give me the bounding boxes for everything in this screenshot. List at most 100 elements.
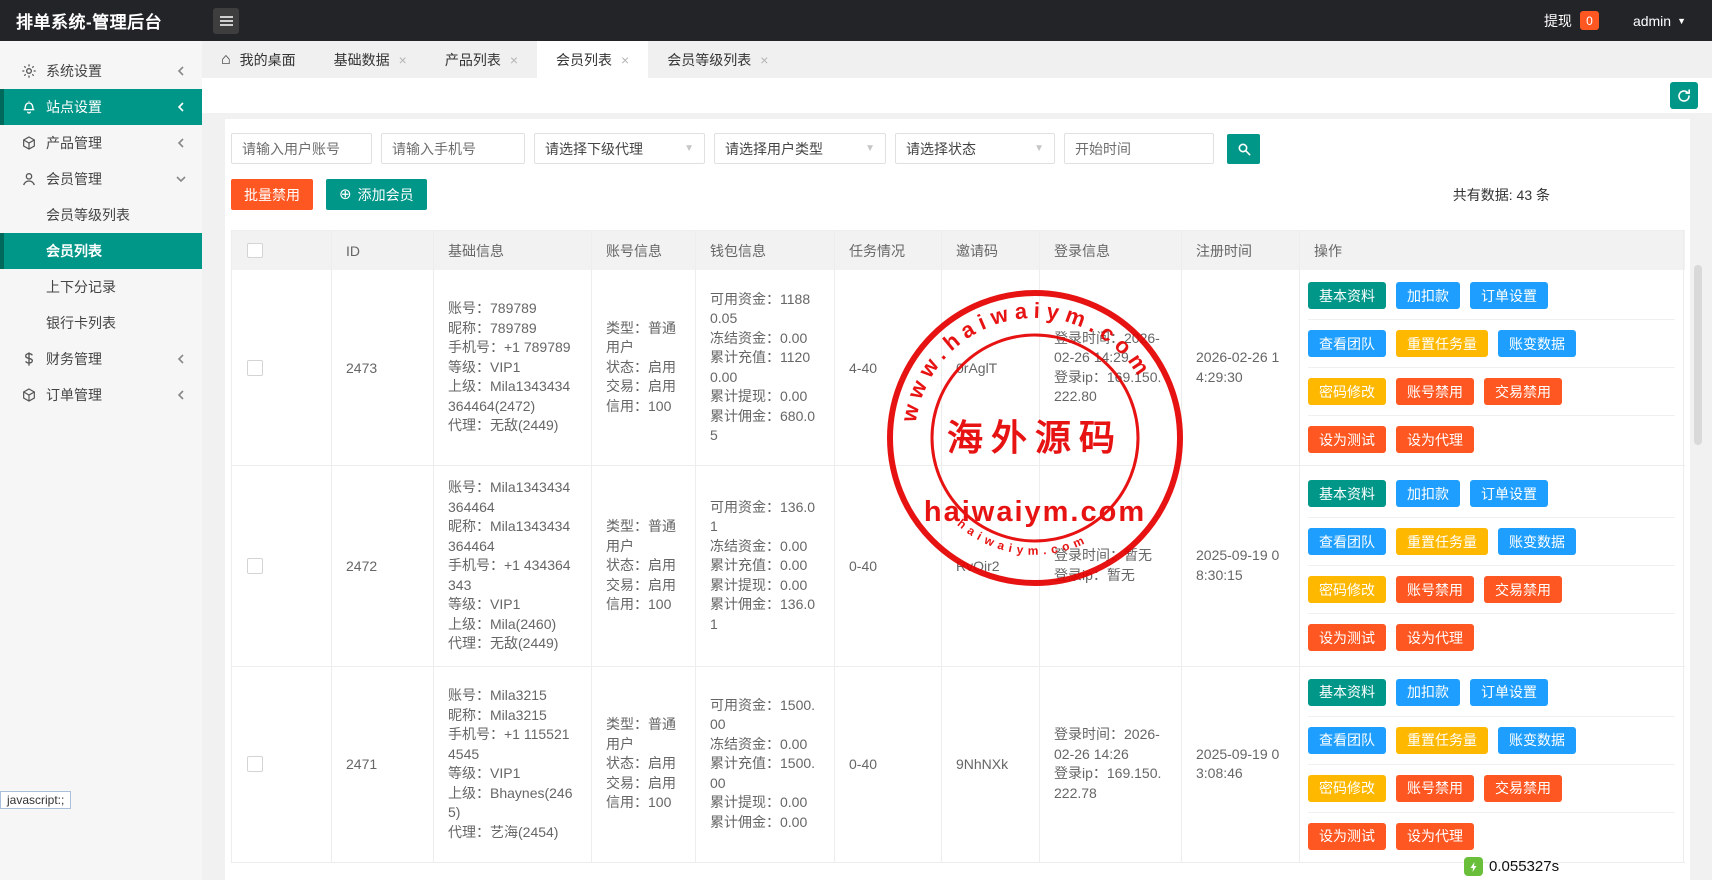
account-info-cell-line: 类型：普通用户 [606, 517, 681, 556]
filter-input[interactable] [231, 133, 372, 164]
filter-input[interactable] [1064, 133, 1214, 164]
action-button[interactable]: 设为代理 [1396, 823, 1474, 850]
action-button[interactable]: 设为代理 [1396, 426, 1474, 453]
base-info-cell-line: 昵称：Mila1343434364464 [448, 517, 577, 556]
withdraw-link[interactable]: 提现 [1544, 11, 1572, 31]
action-button[interactable]: 订单设置 [1470, 679, 1548, 706]
row-checkbox[interactable] [247, 360, 263, 376]
action-button[interactable]: 加扣款 [1396, 679, 1460, 706]
sidebar-item[interactable]: 站点设置 [0, 89, 202, 125]
task-cell: 0-40 [835, 466, 942, 666]
action-button[interactable]: 密码修改 [1308, 775, 1386, 802]
row-checkbox[interactable] [247, 756, 263, 772]
base-info-cell: 账号：Mila1343434364464昵称：Mila1343434364464… [434, 466, 592, 666]
sidebar-subitem-label: 会员列表 [46, 241, 102, 261]
filter-select-value: 请选择下级代理 [545, 139, 643, 159]
sidebar-item-label: 财务管理 [46, 349, 102, 369]
performance-icon [1464, 857, 1483, 876]
action-button[interactable]: 账号禁用 [1396, 576, 1474, 603]
search-button[interactable] [1227, 134, 1260, 164]
action-button[interactable]: 基本资料 [1308, 480, 1386, 507]
action-button[interactable]: 账号禁用 [1396, 378, 1474, 405]
sidebar-item[interactable]: 订单管理 [0, 377, 202, 413]
action-button[interactable]: 密码修改 [1308, 576, 1386, 603]
invite-code-cell: 9NhNXk [942, 667, 1040, 862]
column-header: ID [332, 231, 434, 270]
wallet-info-cell-line: 可用资金：1500.00 [710, 696, 820, 735]
sidebar-subitem[interactable]: 上下分记录 [0, 269, 202, 305]
action-button[interactable]: 设为测试 [1308, 823, 1386, 850]
sidebar-item[interactable]: 产品管理 [0, 125, 202, 161]
close-icon[interactable]: × [399, 53, 407, 67]
select-all-checkbox[interactable] [247, 243, 263, 258]
action-button[interactable]: 密码修改 [1308, 378, 1386, 405]
tab[interactable]: 产品列表× [426, 41, 537, 78]
filter-select[interactable]: 请选择下级代理▼ [534, 133, 705, 164]
close-icon[interactable]: × [760, 53, 768, 67]
close-icon[interactable]: × [621, 53, 629, 67]
plus-icon: ⊕ [339, 187, 352, 202]
tab[interactable]: 会员列表 × [537, 41, 648, 78]
tab[interactable]: 会员等级列表× [648, 41, 787, 78]
sidebar-item[interactable]: 财务管理 [0, 341, 202, 377]
sidebar-subitem[interactable]: 银行卡列表 [0, 305, 202, 341]
filter-select[interactable]: 请选择用户类型▼ [714, 133, 886, 164]
action-button[interactable]: 设为测试 [1308, 426, 1386, 453]
action-button[interactable]: 设为测试 [1308, 624, 1386, 651]
close-icon[interactable]: × [510, 53, 518, 67]
base-info-cell-line: 等级：VIP1 [448, 358, 577, 378]
tab-label: 会员列表 [556, 50, 612, 70]
tab[interactable]: ⌂我的桌面 [202, 41, 315, 78]
action-button-group: 密码修改账号禁用交易禁用 [1308, 566, 1675, 614]
wallet-info-cell: 可用资金：136.01冻结资金：0.00累计充值：0.00累计提现：0.00累计… [696, 466, 835, 666]
action-button[interactable]: 设为代理 [1396, 624, 1474, 651]
action-button[interactable]: 账号禁用 [1396, 775, 1474, 802]
action-button[interactable]: 查看团队 [1308, 528, 1386, 555]
refresh-button[interactable] [1670, 82, 1698, 109]
task-value: 4-40 [849, 360, 927, 376]
action-button[interactable]: 基本资料 [1308, 679, 1386, 706]
row-id: 2472 [346, 558, 419, 574]
row-select-cell [232, 667, 332, 862]
action-button[interactable]: 交易禁用 [1484, 775, 1562, 802]
action-button[interactable]: 订单设置 [1470, 480, 1548, 507]
user-menu[interactable]: admin [1633, 13, 1671, 29]
action-button-group: 查看团队重置任务量账变数据 [1308, 518, 1675, 566]
action-button[interactable]: 重置任务量 [1396, 330, 1488, 357]
tab[interactable]: 基础数据× [315, 41, 426, 78]
add-member-button[interactable]: ⊕ 添加会员 [326, 179, 427, 210]
chevron-left-icon [176, 102, 186, 112]
account-info-cell-line: 状态：启用 [606, 754, 681, 774]
action-button[interactable]: 账变数据 [1498, 330, 1576, 357]
base-info-cell-line: 代理：无敌(2449) [448, 416, 577, 436]
render-time: 0.055327s [1464, 857, 1559, 876]
action-button[interactable]: 基本资料 [1308, 282, 1386, 309]
action-button[interactable]: 重置任务量 [1396, 727, 1488, 754]
sidebar-subitem[interactable]: 会员列表 [0, 233, 202, 269]
menu-toggle-button[interactable] [213, 8, 239, 34]
filter-input[interactable] [381, 133, 525, 164]
action-button[interactable]: 交易禁用 [1484, 378, 1562, 405]
action-button[interactable]: 账变数据 [1498, 727, 1576, 754]
sidebar-item[interactable]: 系统设置 [0, 53, 202, 89]
action-button-group: 设为测试设为代理 [1308, 813, 1675, 860]
row-checkbox[interactable] [247, 558, 263, 574]
column-header: 注册时间 [1182, 231, 1300, 270]
base-info-cell-line: 上级：Mila1343434364464(2472) [448, 377, 577, 416]
chevron-down-icon: ▼ [1677, 16, 1686, 26]
login-info-cell-line: 登录ip：169.150.222.78 [1054, 764, 1167, 803]
row-id: 2473 [346, 360, 419, 376]
sidebar-item[interactable]: 会员管理 [0, 161, 202, 197]
sidebar-subitem[interactable]: 会员等级列表 [0, 197, 202, 233]
action-button[interactable]: 加扣款 [1396, 282, 1460, 309]
action-button[interactable]: 加扣款 [1396, 480, 1460, 507]
action-button[interactable]: 账变数据 [1498, 528, 1576, 555]
action-button[interactable]: 交易禁用 [1484, 576, 1562, 603]
scrollbar[interactable] [1694, 265, 1702, 445]
filter-select[interactable]: 请选择状态▼ [895, 133, 1055, 164]
action-button[interactable]: 查看团队 [1308, 727, 1386, 754]
batch-disable-button[interactable]: 批量禁用 [231, 179, 313, 210]
action-button[interactable]: 订单设置 [1470, 282, 1548, 309]
action-button[interactable]: 查看团队 [1308, 330, 1386, 357]
action-button[interactable]: 重置任务量 [1396, 528, 1488, 555]
